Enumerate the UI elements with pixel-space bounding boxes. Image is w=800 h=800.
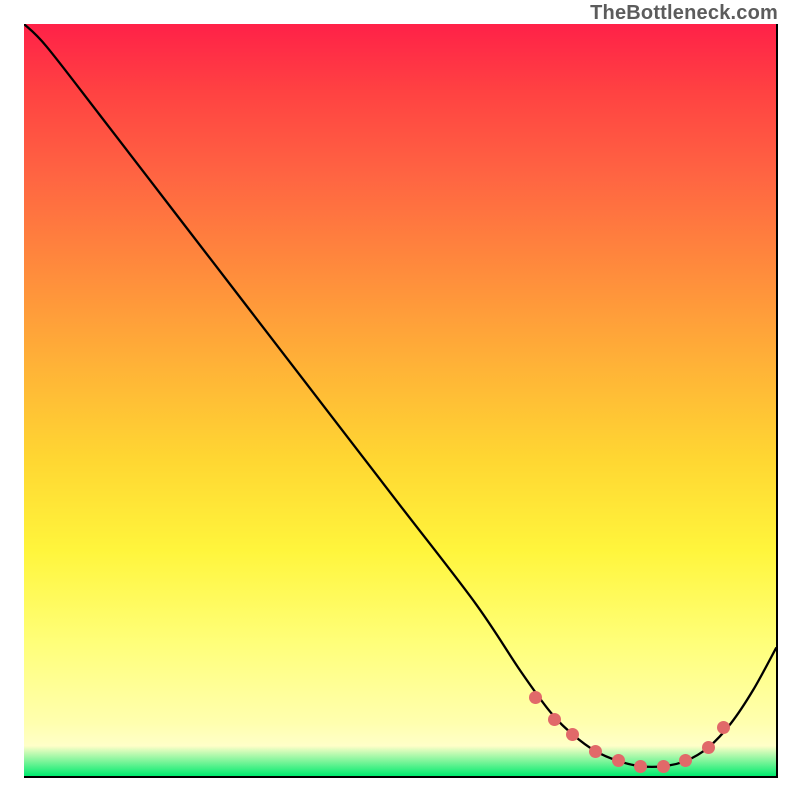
plot-border-bottom bbox=[24, 776, 778, 778]
attribution-label: TheBottleneck.com bbox=[590, 2, 778, 25]
curve-marker bbox=[612, 754, 625, 767]
curve-marker bbox=[657, 760, 670, 773]
chart-container: TheBottleneck.com bbox=[0, 0, 800, 800]
curve-marker bbox=[548, 713, 561, 726]
curve-marker bbox=[702, 741, 715, 754]
curve-marker bbox=[634, 760, 647, 773]
curve-marker bbox=[529, 691, 542, 704]
curve-marker bbox=[717, 721, 730, 734]
curve-marker bbox=[679, 754, 692, 767]
marker-layer bbox=[24, 24, 776, 776]
curve-marker bbox=[566, 728, 579, 741]
plot-border-right bbox=[776, 24, 778, 776]
curve-marker bbox=[589, 745, 602, 758]
